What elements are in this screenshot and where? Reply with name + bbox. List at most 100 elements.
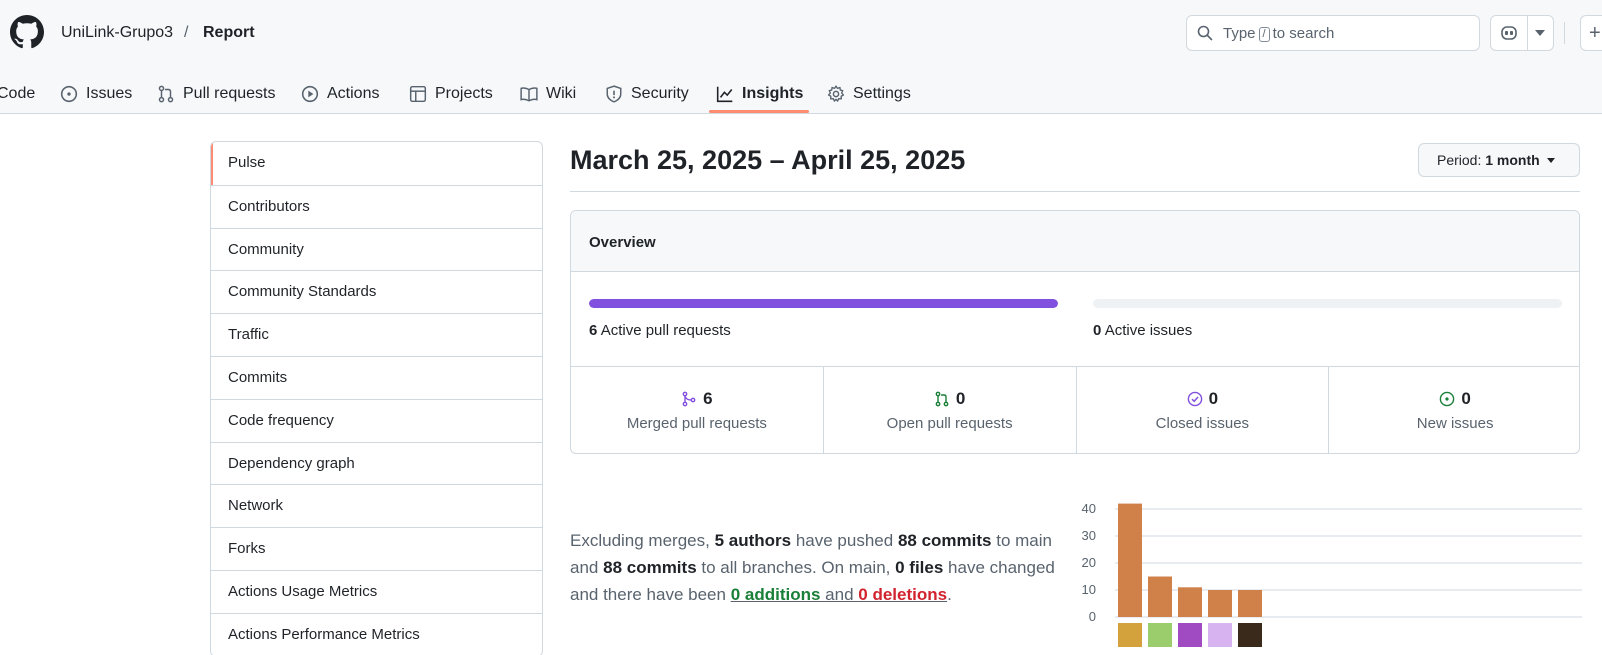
search-input[interactable]: Type / to search (1186, 15, 1480, 51)
gear-icon (827, 85, 845, 102)
play-icon (301, 85, 319, 103)
active-prs-summary[interactable]: 6 Active pull requests (589, 322, 731, 339)
tab-actions[interactable]: Actions (301, 74, 379, 114)
closed-issues-label: Closed issues (1155, 415, 1250, 432)
active-prs-progress-bar (589, 299, 1058, 308)
chart-bar (1208, 590, 1232, 617)
active-issues-summary[interactable]: 0 Active issues (1093, 322, 1192, 339)
chart-y-tick-label: 20 (1082, 555, 1096, 570)
sidebar-item-community-standards[interactable]: Community Standards (211, 270, 542, 313)
commits-main-link[interactable]: 88 commits (898, 531, 992, 550)
tab-wiki-label: Wiki (546, 85, 577, 102)
title-divider (570, 191, 1580, 192)
git-pull-request-icon (935, 391, 949, 407)
tab-insights[interactable]: Insights (716, 74, 803, 114)
stat-new-issues[interactable]: 0 New issues (1328, 367, 1579, 453)
overview-title: Overview (571, 211, 1579, 272)
sidebar-item-actions-performance-metrics[interactable]: Actions Performance Metrics (211, 612, 542, 655)
tab-issues-label: Issues (86, 85, 133, 102)
sidebar-item-network[interactable]: Network (211, 484, 542, 527)
stat-open-prs[interactable]: 0 Open pull requests (822, 367, 1076, 453)
contributor-avatar[interactable] (1208, 623, 1232, 647)
chart-bar (1118, 503, 1142, 617)
breadcrumb-owner[interactable]: UniLink-Grupo3 (61, 22, 173, 44)
commits-by-author-chart: 0 10 20 30 40 (1082, 501, 1582, 647)
breadcrumb-separator: / (184, 24, 189, 41)
git-merge-icon (682, 391, 696, 407)
sidebar-item-actions-usage-metrics[interactable]: Actions Usage Metrics (211, 569, 542, 613)
open-prs-label: Open pull requests (886, 415, 1013, 432)
contributor-avatar[interactable] (1148, 623, 1172, 647)
contributor-avatar[interactable] (1118, 623, 1142, 647)
tab-security-label: Security (631, 85, 689, 102)
sidebar-item-pulse[interactable]: Pulse (211, 142, 542, 185)
period-dropdown[interactable]: Period: 1 month (1418, 143, 1580, 177)
chart-bar (1178, 587, 1202, 617)
tab-security[interactable]: Security (605, 74, 689, 114)
sidebar-item-contributors[interactable]: Contributors (211, 184, 542, 228)
chart-y-tick-label: 10 (1082, 582, 1096, 597)
issue-closed-icon (1187, 391, 1202, 407)
period-prefix: Period: (1437, 152, 1482, 168)
chart-y-tick-label: 30 (1082, 528, 1096, 543)
sidebar-item-traffic[interactable]: Traffic (211, 313, 542, 356)
tab-projects[interactable]: Projects (409, 74, 493, 114)
sidebar-item-commits[interactable]: Commits (211, 355, 542, 399)
chart-bar (1238, 590, 1262, 617)
commit-summary: Excluding merges, 5 authors have pushed … (570, 531, 1055, 604)
graph-icon (716, 86, 733, 103)
stat-merged-prs[interactable]: 6 Merged pull requests (571, 367, 823, 453)
table-icon (409, 85, 427, 103)
tab-code[interactable]: Code (0, 74, 35, 114)
tab-settings[interactable]: Settings (827, 74, 911, 114)
tab-code-label: Code (0, 85, 36, 102)
tab-actions-label: Actions (327, 85, 380, 102)
git-pull-request-icon (158, 85, 174, 103)
stat-closed-issues[interactable]: 0 Closed issues (1075, 367, 1329, 453)
plus-icon: + (1589, 22, 1601, 44)
tab-insights-label: Insights (742, 85, 804, 102)
shield-icon (606, 85, 622, 103)
repo-header: UniLink-Grupo3 / Report Type / to search +… (0, 0, 1602, 114)
contributor-avatar[interactable] (1178, 623, 1202, 647)
tab-projects-label: Projects (435, 85, 493, 102)
overview-panel: Overview 6 Active pull requests 0 Active… (570, 210, 1580, 454)
page-title: March 25, 2025 – April 25, 2025 (570, 145, 966, 175)
github-logo-icon[interactable] (10, 15, 44, 49)
active-prs-progress-fill (589, 299, 1058, 308)
copilot-button-group[interactable] (1490, 15, 1554, 51)
chevron-down-icon (1546, 158, 1555, 163)
search-placeholder: Type / to search (1223, 25, 1335, 42)
new-issues-label: New issues (1416, 415, 1494, 432)
merged-prs-count: 6 (703, 389, 713, 408)
sidebar-item-dependency-graph[interactable]: Dependency graph (211, 441, 542, 485)
new-issues-count: 0 (1461, 389, 1471, 408)
period-value: 1 month (1485, 152, 1540, 168)
sidebar-item-code-frequency[interactable]: Code frequency (211, 398, 542, 442)
issue-opened-icon (60, 85, 78, 103)
commits-all-link[interactable]: 88 commits (603, 558, 697, 577)
copilot-icon[interactable] (1500, 25, 1518, 41)
additions-count: 0 additions (730, 585, 821, 604)
tab-wiki[interactable]: Wiki (520, 74, 576, 114)
tab-settings-label: Settings (853, 85, 911, 102)
insights-sidebar: Pulse Contributors Community Community S… (210, 141, 543, 655)
slash-key-hint: / (1258, 27, 1270, 42)
additions-deletions-link[interactable]: 0 additions and 0 deletions (731, 585, 947, 604)
chart-y-tick-label: 40 (1082, 501, 1096, 516)
overview-stats: 6 Merged pull requests 0 Open pull reque… (571, 366, 1579, 453)
tab-pull-requests[interactable]: Pull requests (157, 74, 276, 114)
search-icon (1197, 25, 1213, 41)
sidebar-item-forks[interactable]: Forks (211, 527, 542, 570)
merged-prs-label: Merged pull requests (626, 415, 767, 432)
tab-issues[interactable]: Issues (60, 74, 132, 114)
authors-link[interactable]: 5 authors (715, 531, 792, 550)
sidebar-item-community[interactable]: Community (211, 227, 542, 271)
book-icon (520, 87, 538, 102)
breadcrumb-repo[interactable]: Report (203, 22, 255, 44)
contributor-avatar[interactable] (1238, 623, 1262, 647)
tab-pull-requests-label: Pull requests (183, 85, 276, 102)
create-new-button[interactable]: + (1580, 15, 1602, 51)
chevron-down-icon[interactable] (1535, 30, 1545, 36)
active-issues-progress-bar (1093, 299, 1562, 308)
